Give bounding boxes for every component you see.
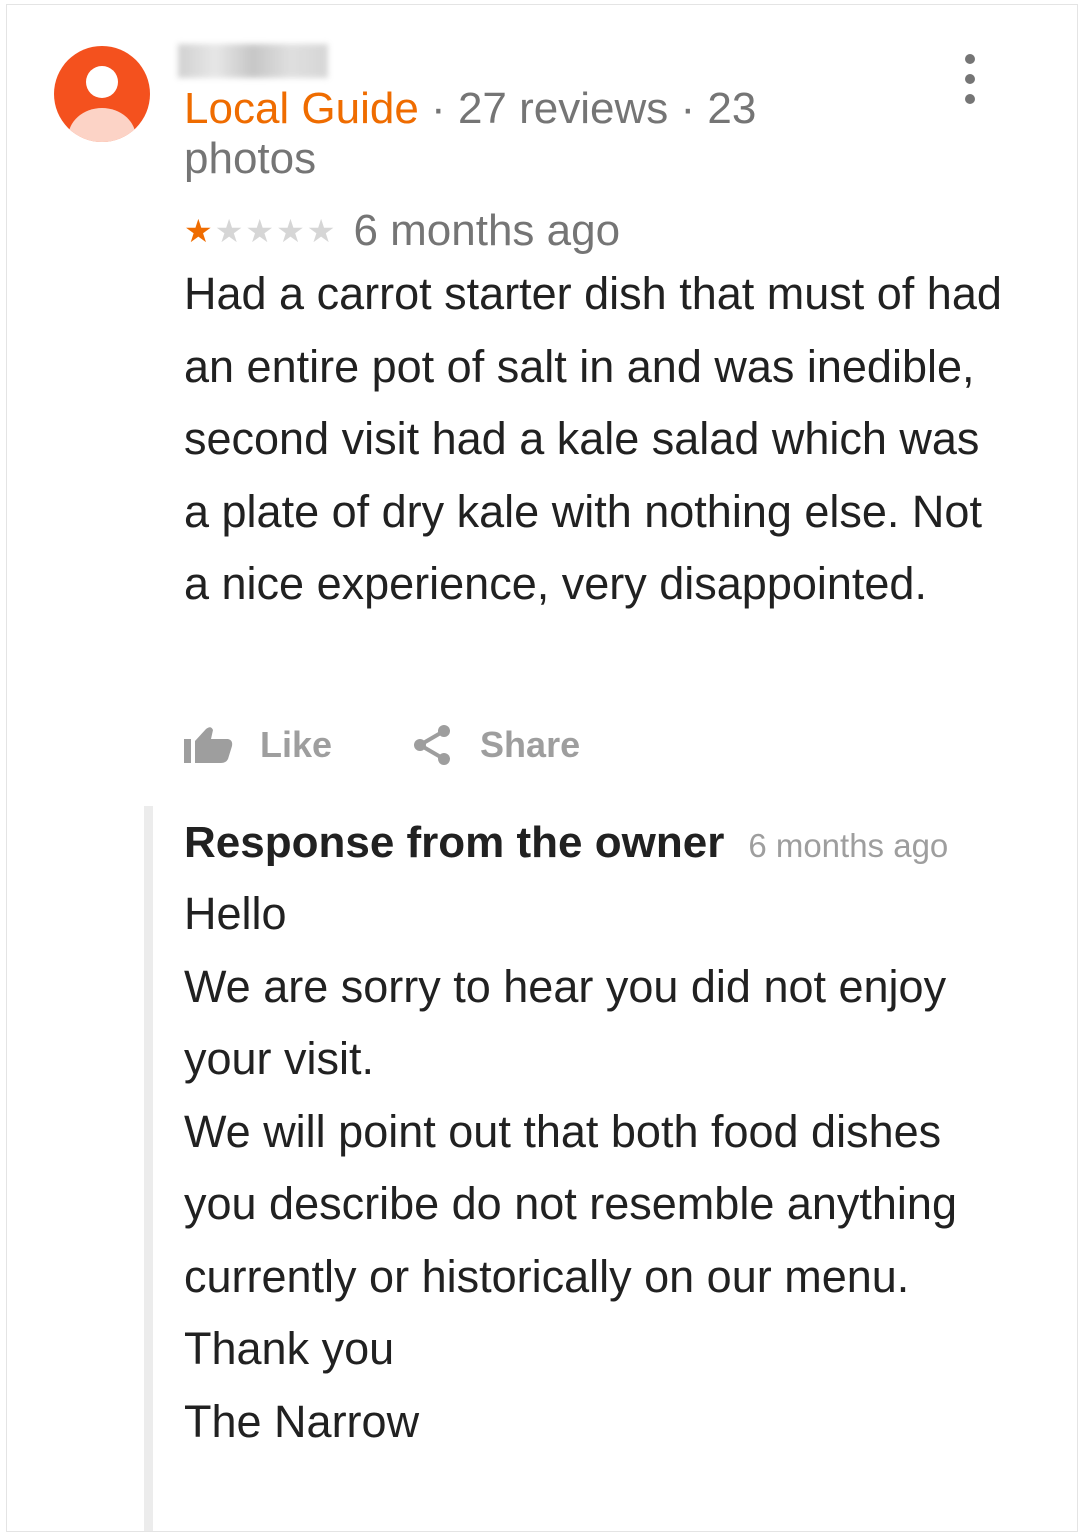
star-empty-icon: ★ bbox=[306, 213, 336, 249]
rating-row: ★ ★ ★ ★ ★ 6 months ago bbox=[184, 206, 620, 256]
owner-response-time: 6 months ago bbox=[748, 827, 949, 864]
reviewer-avatar[interactable] bbox=[54, 46, 150, 142]
owner-response-header: Response from the owner 6 months ago bbox=[184, 818, 948, 868]
meta-separator: · bbox=[418, 84, 458, 133]
meta-separator: · bbox=[668, 84, 708, 133]
review-body: Had a carrot starter dish that must of h… bbox=[184, 268, 1002, 609]
owner-response-body: Hello We are sorry to hear you did not e… bbox=[184, 888, 957, 1447]
star-empty-icon: ★ bbox=[276, 213, 305, 249]
share-icon bbox=[414, 725, 451, 765]
like-button[interactable]: Like bbox=[184, 724, 332, 766]
more-vert-icon[interactable] bbox=[950, 54, 990, 104]
person-icon bbox=[68, 66, 136, 142]
owner-response: Response from the owner 6 months ago Hel… bbox=[144, 806, 1033, 1531]
reviewer-name-redacted bbox=[178, 44, 328, 78]
owner-response-title: Response from the owner bbox=[184, 818, 725, 867]
star-rating: ★ ★ ★ ★ ★ bbox=[184, 215, 335, 247]
reviewer-meta: Local Guide · 27 reviews · 23 photos bbox=[184, 84, 864, 184]
star-empty-icon: ★ bbox=[214, 213, 244, 249]
like-label: Like bbox=[260, 724, 333, 765]
share-label: Share bbox=[480, 724, 581, 765]
share-button[interactable]: Share bbox=[410, 723, 580, 767]
review-time: 6 months ago bbox=[353, 206, 621, 255]
star-empty-icon: ★ bbox=[245, 213, 275, 249]
review-actions: Like Share bbox=[184, 718, 580, 772]
local-guide-badge[interactable]: Local Guide bbox=[184, 84, 419, 133]
star-filled-icon: ★ bbox=[184, 213, 213, 249]
review-count: 27 reviews bbox=[457, 84, 669, 133]
thumb-up-icon bbox=[184, 727, 233, 763]
